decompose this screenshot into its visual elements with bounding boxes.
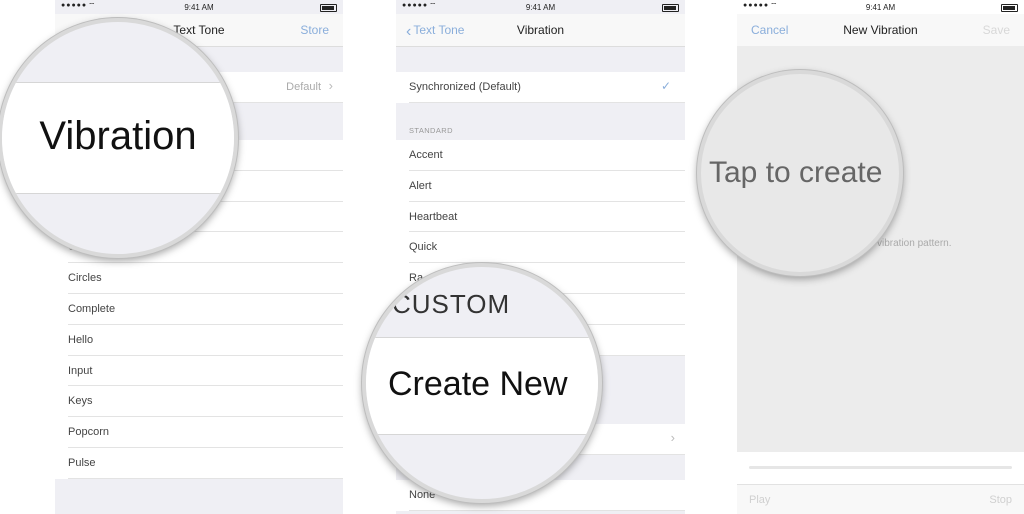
list-item[interactable]: Keys <box>55 386 343 417</box>
status-time: 9:41 AM <box>525 3 556 12</box>
synchronized-group: Synchronized (Default) ✓ <box>396 72 685 103</box>
list-item[interactable]: Complete <box>55 294 343 325</box>
chevron-right-icon: › <box>328 78 333 93</box>
list-item[interactable]: Input <box>55 356 343 387</box>
navigation-bar: Cancel New Vibration Save <box>737 14 1024 47</box>
list-item[interactable]: Quick <box>396 232 685 263</box>
checkmark-icon: ✓ <box>660 79 671 93</box>
save-button[interactable]: Save <box>983 23 1010 37</box>
vibration-value: Default <box>286 81 321 93</box>
list-item[interactable]: Alert <box>396 171 685 202</box>
battery-icon <box>1001 4 1018 12</box>
list-item[interactable]: Circles <box>55 263 343 294</box>
synchronized-row[interactable]: Synchronized (Default) ✓ <box>396 72 685 103</box>
list-item[interactable]: Heartbeat <box>396 202 685 233</box>
battery-icon <box>662 4 679 12</box>
list-item[interactable]: Pulse <box>55 448 343 479</box>
status-time: 9:41 AM <box>865 3 896 12</box>
magnifier-vibration: Vibration <box>0 18 238 258</box>
store-button[interactable]: Store <box>300 23 329 37</box>
playback-toolbar: Play Stop <box>737 484 1024 514</box>
list-item[interactable]: Accent <box>396 140 685 171</box>
standard-section-header: STANDARD <box>409 126 453 135</box>
stop-button[interactable]: Stop <box>989 494 1012 506</box>
navigation-bar: ‹ Text Tone Vibration <box>396 14 685 47</box>
page-title: New Vibration <box>843 23 918 37</box>
page-title: Vibration <box>516 23 565 37</box>
status-bar: ●●●●● ⌔ 9:41 AM <box>396 0 685 14</box>
magnified-tap-to-create-label: Tap to create <box>709 156 883 189</box>
hint-text: vibration pattern. <box>877 238 952 249</box>
vibration-timeline <box>749 466 1012 469</box>
battery-icon <box>320 4 337 12</box>
status-bar: ●●●●● ⌔ 9:41 AM <box>55 0 343 14</box>
magnified-custom-header: CUSTOM <box>392 289 511 319</box>
play-button[interactable]: Play <box>749 494 770 506</box>
status-bar: ●●●●● ⌔ 9:41 AM <box>737 0 1024 14</box>
chevron-right-icon: › <box>670 430 675 445</box>
list-item[interactable]: Hello <box>55 325 343 356</box>
magnified-vibration-label: Vibration <box>39 114 197 158</box>
magnifier-create-new: CUSTOM Create New <box>362 263 602 503</box>
list-item[interactable]: Popcorn <box>55 417 343 448</box>
magnifier-tap-to-create: Tap to create <box>697 70 903 276</box>
status-time: 9:41 AM <box>184 3 214 12</box>
magnified-create-new-label: Create New <box>388 365 568 403</box>
